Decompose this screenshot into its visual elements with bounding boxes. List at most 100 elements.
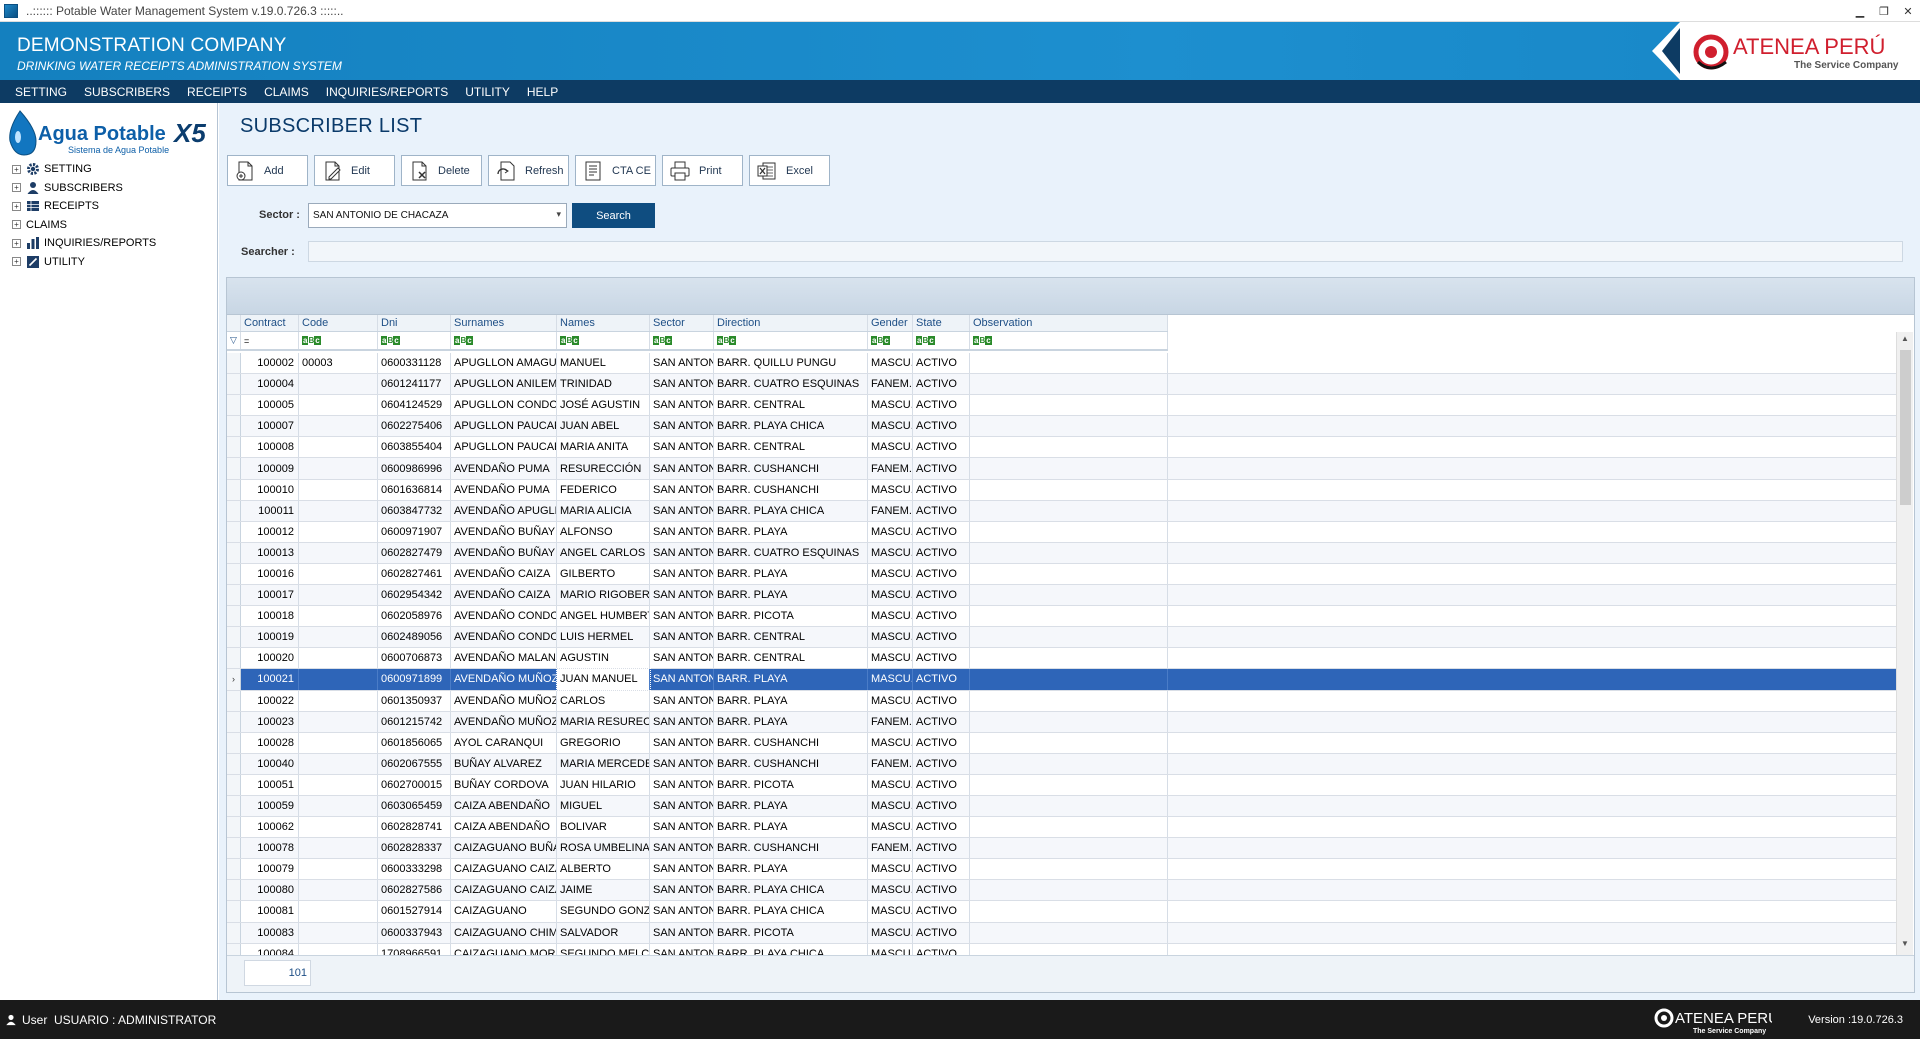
- menu-receipts[interactable]: RECEIPTS: [180, 85, 257, 99]
- cell-contract[interactable]: 100002: [241, 353, 299, 374]
- cell-contract[interactable]: 100019: [241, 627, 299, 648]
- cell-code[interactable]: [299, 542, 378, 563]
- cell-dni[interactable]: 0601350937: [378, 690, 451, 711]
- cell-code[interactable]: [299, 859, 378, 880]
- cell-names[interactable]: SEGUNDO GONZALO: [557, 901, 650, 922]
- cell-observation[interactable]: [970, 353, 1168, 374]
- filter-observation[interactable]: aBc: [970, 332, 1168, 349]
- cell-code[interactable]: [299, 479, 378, 500]
- row-indicator[interactable]: [227, 795, 241, 817]
- column-header-code[interactable]: Code: [299, 315, 378, 331]
- cell-sector[interactable]: SAN ANTON...: [650, 648, 714, 669]
- cell-observation[interactable]: [970, 901, 1168, 922]
- row-indicator[interactable]: [227, 690, 241, 711]
- table-row[interactable]: 100062 0602828741 CAIZA ABENDAÑO BOLIVAR SAN…: [227, 817, 1897, 839]
- table-row[interactable]: 100013 0602827479 AVENDAÑO BUÑAY ANGEL CARL…: [227, 542, 1897, 564]
- cell-contract[interactable]: 100080: [241, 880, 299, 901]
- cell-sector[interactable]: SAN ANTON...: [650, 542, 714, 563]
- filter-names[interactable]: aBc: [557, 332, 650, 349]
- table-row[interactable]: 100078 0602828337 CAIZAGUANO BUÑAY ROSA UMB…: [227, 838, 1897, 860]
- cell-direction[interactable]: BARR. PLAYA: [714, 690, 868, 711]
- cell-contract[interactable]: 100010: [241, 479, 299, 500]
- cell-sector[interactable]: SAN ANTON...: [650, 606, 714, 627]
- cell-gender[interactable]: MASCU...: [868, 690, 913, 711]
- cell-names[interactable]: JUAN MANUEL: [556, 668, 651, 691]
- cta-ce-button[interactable]: CTA CE: [575, 155, 656, 186]
- cell-names[interactable]: JAIME: [557, 880, 650, 901]
- print-button[interactable]: Print: [662, 155, 743, 186]
- row-indicator[interactable]: [227, 542, 241, 563]
- cell-state[interactable]: ACTIVO: [913, 711, 970, 732]
- cell-code[interactable]: [299, 669, 378, 690]
- cell-state[interactable]: ACTIVO: [913, 922, 970, 943]
- cell-observation[interactable]: [970, 880, 1168, 901]
- cell-code[interactable]: [299, 732, 378, 753]
- cell-surnames[interactable]: AVENDAÑO MUÑOZ: [451, 669, 557, 690]
- cell-gender[interactable]: FANEM...: [868, 711, 913, 732]
- row-indicator[interactable]: [227, 437, 241, 458]
- table-row[interactable]: 100028 0601856065 AYOL CARANQUI GREGORIO SAN…: [227, 732, 1897, 754]
- cell-dni[interactable]: 0603847732: [378, 500, 451, 521]
- row-indicator[interactable]: [227, 416, 241, 437]
- column-header-gender[interactable]: Gender: [868, 315, 913, 331]
- row-indicator[interactable]: [227, 374, 241, 395]
- cell-contract[interactable]: 100020: [241, 648, 299, 669]
- cell-observation[interactable]: [970, 479, 1168, 500]
- cell-observation[interactable]: [970, 648, 1168, 669]
- cell-sector[interactable]: SAN ANTON...: [650, 753, 714, 774]
- vertical-scrollbar[interactable]: ▲ ▼: [1896, 332, 1913, 955]
- menu-help[interactable]: HELP: [520, 85, 568, 99]
- cell-surnames[interactable]: AVENDAÑO MUÑOZ: [451, 711, 557, 732]
- search-button[interactable]: Search: [572, 203, 655, 228]
- table-row[interactable]: 100018 0602058976 AVENDAÑO CONDO ANGEL HUMB…: [227, 606, 1897, 628]
- column-header-dni[interactable]: Dni: [378, 315, 451, 331]
- cell-state[interactable]: ACTIVO: [913, 669, 970, 690]
- cell-direction[interactable]: BARR. PLAYA CHICA: [714, 500, 868, 521]
- filter-dni[interactable]: aBc: [378, 332, 451, 349]
- cell-gender[interactable]: MASCU...: [868, 479, 913, 500]
- cell-gender[interactable]: MASCU...: [868, 943, 913, 955]
- cell-code[interactable]: [299, 458, 378, 479]
- table-row[interactable]: 100059 0603065459 CAIZA ABENDAÑO MIGUEL SAN …: [227, 795, 1897, 818]
- cell-names[interactable]: SEGUNDO MELCHOR: [557, 943, 650, 955]
- cell-contract[interactable]: 100021: [241, 669, 299, 690]
- column-header-state[interactable]: State: [913, 315, 970, 331]
- cell-surnames[interactable]: AVENDAÑO CONDO: [451, 606, 557, 627]
- cell-observation[interactable]: [970, 732, 1168, 753]
- column-header-names[interactable]: Names: [557, 315, 650, 331]
- cell-direction[interactable]: BARR. CENTRAL: [714, 437, 868, 458]
- cell-names[interactable]: MANUEL: [557, 353, 650, 374]
- cell-observation[interactable]: [970, 374, 1168, 395]
- row-indicator[interactable]: [227, 774, 241, 795]
- cell-sector[interactable]: SAN ANTON...: [650, 395, 714, 416]
- cell-gender[interactable]: MASCU...: [868, 880, 913, 901]
- cell-observation[interactable]: [970, 669, 1168, 690]
- edit-button[interactable]: Edit: [314, 155, 395, 186]
- column-header-contract[interactable]: Contract: [241, 315, 299, 331]
- cell-state[interactable]: ACTIVO: [913, 648, 970, 669]
- table-row[interactable]: 100008 0603855404 APUGLLON PAUCAR MARIA ANI…: [227, 437, 1897, 459]
- cell-dni[interactable]: 0602828337: [378, 838, 451, 859]
- table-row[interactable]: › 100021 0600971899 AVENDAÑO MUÑOZ JUAN MANU…: [227, 668, 1897, 691]
- cell-sector[interactable]: SAN ANTON...: [650, 627, 714, 648]
- cell-contract[interactable]: 100012: [241, 521, 299, 542]
- cell-direction[interactable]: BARR. QUILLU PUNGU: [714, 353, 868, 374]
- cell-direction[interactable]: BARR. CUSHANCHI: [714, 479, 868, 500]
- cell-surnames[interactable]: AVENDAÑO PUMA: [451, 458, 557, 479]
- row-indicator[interactable]: [227, 606, 241, 627]
- cell-direction[interactable]: BARR. CUSHANCHI: [714, 838, 868, 859]
- scroll-down-icon[interactable]: ▼: [1897, 939, 1913, 953]
- cell-dni[interactable]: 0600971899: [378, 669, 451, 690]
- table-row[interactable]: 100022 0601350937 AVENDAÑO MUÑOZ CARLOS SAN …: [227, 690, 1897, 712]
- cell-observation[interactable]: [970, 627, 1168, 648]
- cell-names[interactable]: LUIS HERMEL: [557, 627, 650, 648]
- cell-sector[interactable]: SAN ANTON...: [650, 817, 714, 838]
- cell-names[interactable]: MARIA ANITA: [557, 437, 650, 458]
- cell-gender[interactable]: FANEM...: [868, 458, 913, 479]
- cell-direction[interactable]: BARR. CUSHANCHI: [714, 732, 868, 753]
- cell-surnames[interactable]: AVENDAÑO PUMA: [451, 479, 557, 500]
- cell-observation[interactable]: [970, 690, 1168, 711]
- filter-funnel-icon[interactable]: ▽: [227, 332, 241, 349]
- cell-surnames[interactable]: APUGLLON PAUCAR: [451, 416, 557, 437]
- table-row[interactable]: 100011 0603847732AVENDAÑO APUGLLONMARIA A…: [227, 500, 1897, 522]
